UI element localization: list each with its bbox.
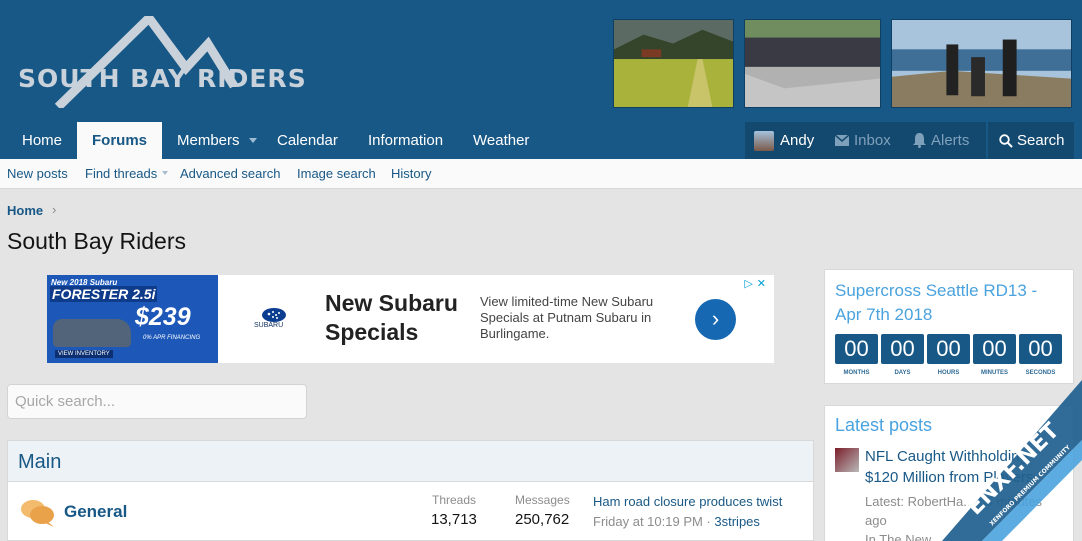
countdown-label-hours: HOURS (937, 370, 960, 376)
ad-body: View limited-time New Subaru Specials at… (480, 294, 654, 341)
latest-post-meta-line1: Latest: RobertHa... · 5 minutes (865, 494, 1043, 509)
nav-calendar[interactable]: Calendar (277, 122, 338, 159)
nav-members[interactable]: Members (177, 122, 240, 159)
countdown-days: 00 (881, 334, 924, 364)
countdown-label-days: DAYS (894, 370, 911, 376)
countdown-label-minutes: MINUTES (981, 370, 1008, 376)
latest-posts-widget: Latest posts NFL Caught Withholding $120… (824, 405, 1074, 541)
ad-headline[interactable]: New Subaru Specials (325, 289, 465, 347)
inbox-button[interactable]: Inbox (825, 122, 902, 159)
latest-post-title[interactable]: NFL Caught Withholding $120 Million from… (865, 446, 1065, 488)
nav-home[interactable]: Home (22, 122, 62, 159)
ad-arrow-button[interactable]: › (695, 299, 736, 340)
ad-image-offer: 0% APR FINANCING (143, 335, 201, 341)
threads-count: 13,713 (431, 511, 477, 528)
ad-banner[interactable]: New 2018 Subaru FORESTER 2.5i $239 0% AP… (47, 275, 774, 363)
countdown-widget: Supercross Seattle RD13 - Apr 7th 2018 0… (824, 269, 1074, 384)
latest-post-meta: Latest: RobertHa... · 5 minutes ago In T… (865, 492, 1065, 541)
subnav-advanced-search[interactable]: Advanced search (180, 166, 280, 181)
avatar (754, 131, 774, 151)
subnav-new-posts[interactable]: New posts (7, 166, 68, 181)
main-nav: Home Forums Members Calendar Information… (0, 122, 1082, 159)
header-photo-coast (891, 19, 1072, 108)
nav-information[interactable]: Information (368, 122, 443, 159)
last-post-time: Friday at 10:19 PM · (593, 514, 715, 529)
inbox-label: Inbox (854, 132, 891, 149)
members-dropdown-icon[interactable] (249, 138, 257, 143)
ad-image-cta[interactable]: VIEW INVENTORY (55, 350, 113, 358)
logo-text: SOUTH BAY RIDERS (18, 64, 307, 93)
latest-post-meta-line2: ago (865, 513, 887, 528)
countdown-label-months: MONTHS (843, 370, 870, 376)
countdown-seconds: 00 (1019, 334, 1062, 364)
search-label: Search (1017, 132, 1065, 149)
ad-image-price: $239 (135, 303, 191, 331)
nav-weather[interactable]: Weather (473, 122, 529, 159)
ad-image[interactable]: New 2018 Subaru FORESTER 2.5i $239 0% AP… (47, 275, 218, 363)
alerts-label: Alerts (931, 132, 970, 149)
car-image (53, 319, 131, 347)
latest-posts-title[interactable]: Latest posts (835, 415, 932, 436)
search-icon (999, 134, 1013, 148)
ad-logo-text: SUBARU (254, 322, 284, 329)
category-header: Main (8, 441, 813, 482)
last-post-title[interactable]: Ham road closure produces twist (593, 494, 782, 509)
site-logo[interactable]: SOUTH BAY RIDERS (16, 11, 306, 111)
mountain-logo-icon (54, 11, 238, 111)
threads-label: Threads (432, 493, 477, 507)
quick-search-input[interactable] (7, 384, 307, 419)
countdown-months: 00 (835, 334, 878, 364)
countdown-title[interactable]: Supercross Seattle RD13 - Apr 7th 2018 (835, 279, 1065, 327)
ad-choices-icon[interactable]: ▷✕ (744, 277, 770, 290)
breadcrumb-separator: › (52, 202, 57, 217)
header-photo-group (744, 19, 881, 108)
subnav-find-threads[interactable]: Find threads (85, 166, 157, 181)
forum-name[interactable]: General (64, 502, 127, 522)
countdown-hours: 00 (927, 334, 970, 364)
latest-post-meta-line3: In The New... (865, 532, 942, 541)
search-button[interactable]: Search (988, 122, 1074, 159)
subnav-history[interactable]: History (391, 166, 431, 181)
header-photo-meadow (613, 19, 734, 108)
category-block: Main General Threads 13,713 Messages 250… (7, 440, 814, 541)
nav-forums[interactable]: Forums (77, 122, 163, 159)
subnav-image-search[interactable]: Image search (297, 166, 376, 181)
messages-label: Messages (515, 493, 570, 507)
user-name: Andy (780, 132, 815, 149)
last-post-user[interactable]: 3stripes (714, 514, 760, 529)
envelope-icon (835, 135, 849, 146)
sub-nav: New posts Find threads Advanced search I… (0, 159, 1082, 189)
messages-count: 250,762 (515, 511, 570, 528)
page-title: South Bay Riders (7, 228, 186, 254)
breadcrumb-home[interactable]: Home (7, 203, 43, 218)
forum-bubbles-icon (21, 500, 54, 527)
ad-image-line2: FORESTER 2.5i (50, 286, 158, 302)
alerts-button[interactable]: Alerts (902, 122, 986, 159)
avatar[interactable] (835, 448, 859, 472)
countdown-label-seconds: SECONDS (1025, 370, 1056, 376)
find-threads-dropdown-icon[interactable] (162, 171, 168, 175)
site-header: SOUTH BAY RIDERS (0, 0, 1082, 122)
user-menu[interactable]: Andy (745, 122, 825, 159)
last-post-meta: Friday at 10:19 PM · 3stripes (593, 514, 760, 529)
bell-icon (913, 133, 926, 148)
category-title[interactable]: Main (18, 451, 61, 474)
countdown-minutes: 00 (973, 334, 1016, 364)
